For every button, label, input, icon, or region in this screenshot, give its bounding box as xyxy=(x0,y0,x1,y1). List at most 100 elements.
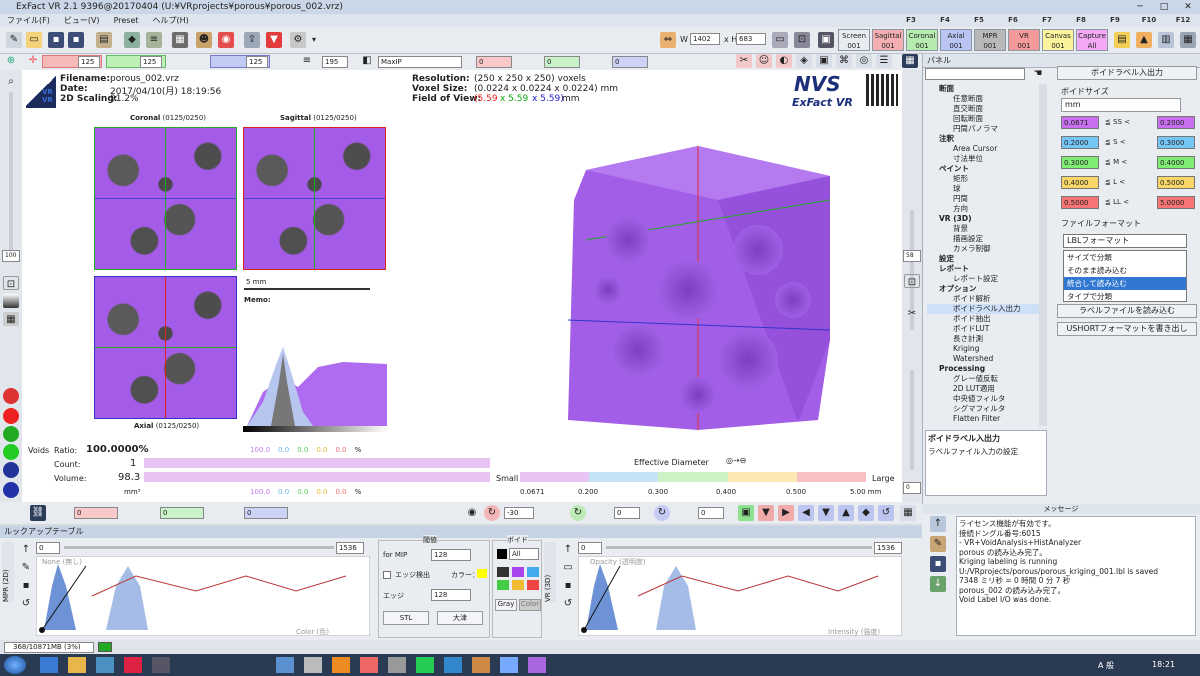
edge-color-swatch[interactable] xyxy=(477,569,487,578)
size-min-input[interactable]: 0.0671 xyxy=(1061,116,1099,129)
red-channel-icon[interactable] xyxy=(3,388,19,404)
arrow-up-icon[interactable]: ↑ xyxy=(930,516,946,532)
tool-icon[interactable]: ☺ xyxy=(756,54,772,68)
app-icon[interactable] xyxy=(124,657,142,673)
monitor-icon[interactable]: ▭ xyxy=(772,32,788,48)
tree-item[interactable]: 回転断面 xyxy=(927,114,1047,124)
lut-curve-3d[interactable]: Opacity (透明度) Intensity (強度) xyxy=(578,556,902,636)
volume-render-3d[interactable] xyxy=(548,140,838,432)
coronal-slice-input[interactable]: 125 xyxy=(78,56,100,68)
red-window-input[interactable]: 0 xyxy=(476,56,512,68)
otsu-button[interactable]: 大津 xyxy=(437,611,483,625)
view-nav-icon[interactable]: ▼ xyxy=(818,505,834,521)
chevron-down-icon[interactable]: ▾ xyxy=(306,32,322,48)
app-icon[interactable] xyxy=(332,657,350,673)
offset-green-input[interactable]: 0 xyxy=(160,507,204,519)
unit-select[interactable]: mm xyxy=(1061,98,1181,112)
sagittal-slice-input[interactable]: 125 xyxy=(140,56,162,68)
volume-icon[interactable]: ◆ xyxy=(124,32,140,48)
vr-lut-min-input[interactable]: 0 xyxy=(578,542,602,554)
write-ushort-button[interactable]: USHORTフォーマットを書き出し xyxy=(1057,322,1197,336)
green-dot-icon[interactable] xyxy=(3,426,19,442)
tree-item[interactable]: ボイド抽出 xyxy=(927,314,1047,324)
void-select[interactable]: All xyxy=(509,548,539,560)
size-max-input[interactable]: 0.3000 xyxy=(1157,136,1195,149)
lut-range-slider[interactable] xyxy=(64,546,334,549)
fit-view-icon[interactable]: ⊡ xyxy=(904,274,920,288)
rotate-blue-input[interactable]: 0 xyxy=(698,507,724,519)
reset-icon[interactable]: ↺ xyxy=(560,596,576,612)
fit-view-icon[interactable]: ⊡ xyxy=(3,276,19,290)
dropdown-option[interactable]: サイズで分類 xyxy=(1064,251,1186,264)
save-lut-icon[interactable]: ▪ xyxy=(18,578,34,594)
lut-curve-2d[interactable]: None (無し) Color (色) xyxy=(36,556,370,636)
explorer-icon[interactable] xyxy=(68,657,86,673)
start-button[interactable] xyxy=(4,656,26,674)
rotate-red-icon[interactable]: ↻ xyxy=(484,505,500,521)
plugin-icon[interactable]: ⚙ xyxy=(290,32,306,48)
rotate-red-input[interactable]: -30 xyxy=(504,507,534,519)
arrow-up-icon[interactable]: ↑ xyxy=(18,542,34,558)
fit-icon[interactable]: ⊡ xyxy=(794,32,810,48)
tree-item[interactable]: 円筒パノラマ xyxy=(927,124,1047,134)
sagittal-view[interactable] xyxy=(243,127,386,270)
view-nav-icon[interactable]: ▣ xyxy=(738,505,754,521)
preset-capture-button[interactable]: Capture All xyxy=(1076,29,1108,51)
size-min-input[interactable]: 0.5000 xyxy=(1061,196,1099,209)
ie-icon[interactable] xyxy=(40,657,58,673)
color-map-icon[interactable]: ▦ xyxy=(3,312,19,326)
tool-icon[interactable]: ◈ xyxy=(796,54,812,68)
app-icon[interactable] xyxy=(528,657,546,673)
axial-view[interactable] xyxy=(94,276,237,419)
panel-search-input[interactable] xyxy=(925,68,1025,80)
tool-icon[interactable]: ⌘ xyxy=(836,54,852,68)
tree-group[interactable]: 断面 xyxy=(927,84,1047,94)
opacity-slider[interactable] xyxy=(910,370,914,470)
tree-item[interactable]: レポート設定 xyxy=(927,274,1047,284)
view-nav-icon[interactable]: ▲ xyxy=(838,505,854,521)
maximize-button[interactable]: □ xyxy=(1152,0,1176,14)
menu-view[interactable]: ビュー(V) xyxy=(57,14,107,27)
rotate-green-input[interactable]: 0 xyxy=(614,507,640,519)
preset-coronal-button[interactable]: Coronal 001 xyxy=(906,29,938,51)
paint-icon[interactable]: ✎ xyxy=(18,560,34,576)
grid-icon[interactable]: ▦ xyxy=(902,54,918,68)
menu-file[interactable]: ファイル(F) xyxy=(0,14,57,27)
tool-icon[interactable]: ▣ xyxy=(816,54,832,68)
blue-window-input[interactable]: 0 xyxy=(612,56,648,68)
dropdown-option[interactable]: そのまま読み込む xyxy=(1064,264,1186,277)
tree-item[interactable]: 寸法単位 xyxy=(927,154,1047,164)
preset-sagittal-button[interactable]: Sagittal 001 xyxy=(872,29,904,51)
tree-item[interactable]: 中央値フィルタ xyxy=(927,394,1047,404)
preset-mpr-button[interactable]: MPR 001 xyxy=(974,29,1006,51)
tree-group[interactable]: 注釈 xyxy=(927,134,1047,144)
gray-icon[interactable] xyxy=(3,294,19,308)
size-min-input[interactable]: 0.3000 xyxy=(1061,156,1099,169)
tree-item[interactable]: ボイドラベル入出力 xyxy=(927,304,1047,314)
preset-screen-button[interactable]: Screen 001 xyxy=(838,29,870,51)
file-format-select[interactable]: LBLフォーマット xyxy=(1063,234,1187,248)
settings-icon[interactable]: ▦ xyxy=(1180,32,1196,48)
zoom-slider[interactable] xyxy=(9,92,13,262)
preset-axial-button[interactable]: Axial 001 xyxy=(940,29,972,51)
view-nav-icon[interactable]: ▶ xyxy=(778,505,794,521)
tree-item[interactable]: Kriging xyxy=(927,344,1047,354)
void-color-swatch[interactable] xyxy=(497,549,507,559)
layout-icon[interactable]: ▤ xyxy=(1114,32,1130,48)
axial-slice-input[interactable]: 125 xyxy=(246,56,268,68)
right-zoom-input[interactable]: 58 xyxy=(903,250,921,262)
tab-mpr-2d[interactable]: MPR (2D) xyxy=(2,542,14,602)
tree-item[interactable]: Flatten Filter xyxy=(927,414,1047,424)
mip-threshold-input[interactable]: 128 xyxy=(431,549,471,561)
tree-item[interactable]: グレー値反転 xyxy=(927,374,1047,384)
tree-item[interactable]: 直交断面 xyxy=(927,104,1047,114)
thickness-input[interactable]: 195 xyxy=(322,56,348,68)
brush-icon[interactable]: ✎ xyxy=(930,536,946,552)
save-icon[interactable]: ▪ xyxy=(48,32,64,48)
link-icon[interactable]: ⛓ xyxy=(30,505,46,521)
histogram-icon[interactable]: ▲ xyxy=(1136,32,1152,48)
cursor-cross-icon[interactable]: ✛ xyxy=(26,54,40,68)
hand-icon[interactable]: ☚ xyxy=(1031,66,1045,80)
close-button[interactable]: ✕ xyxy=(1176,0,1200,14)
offset-blue-input[interactable]: 0 xyxy=(244,507,288,519)
